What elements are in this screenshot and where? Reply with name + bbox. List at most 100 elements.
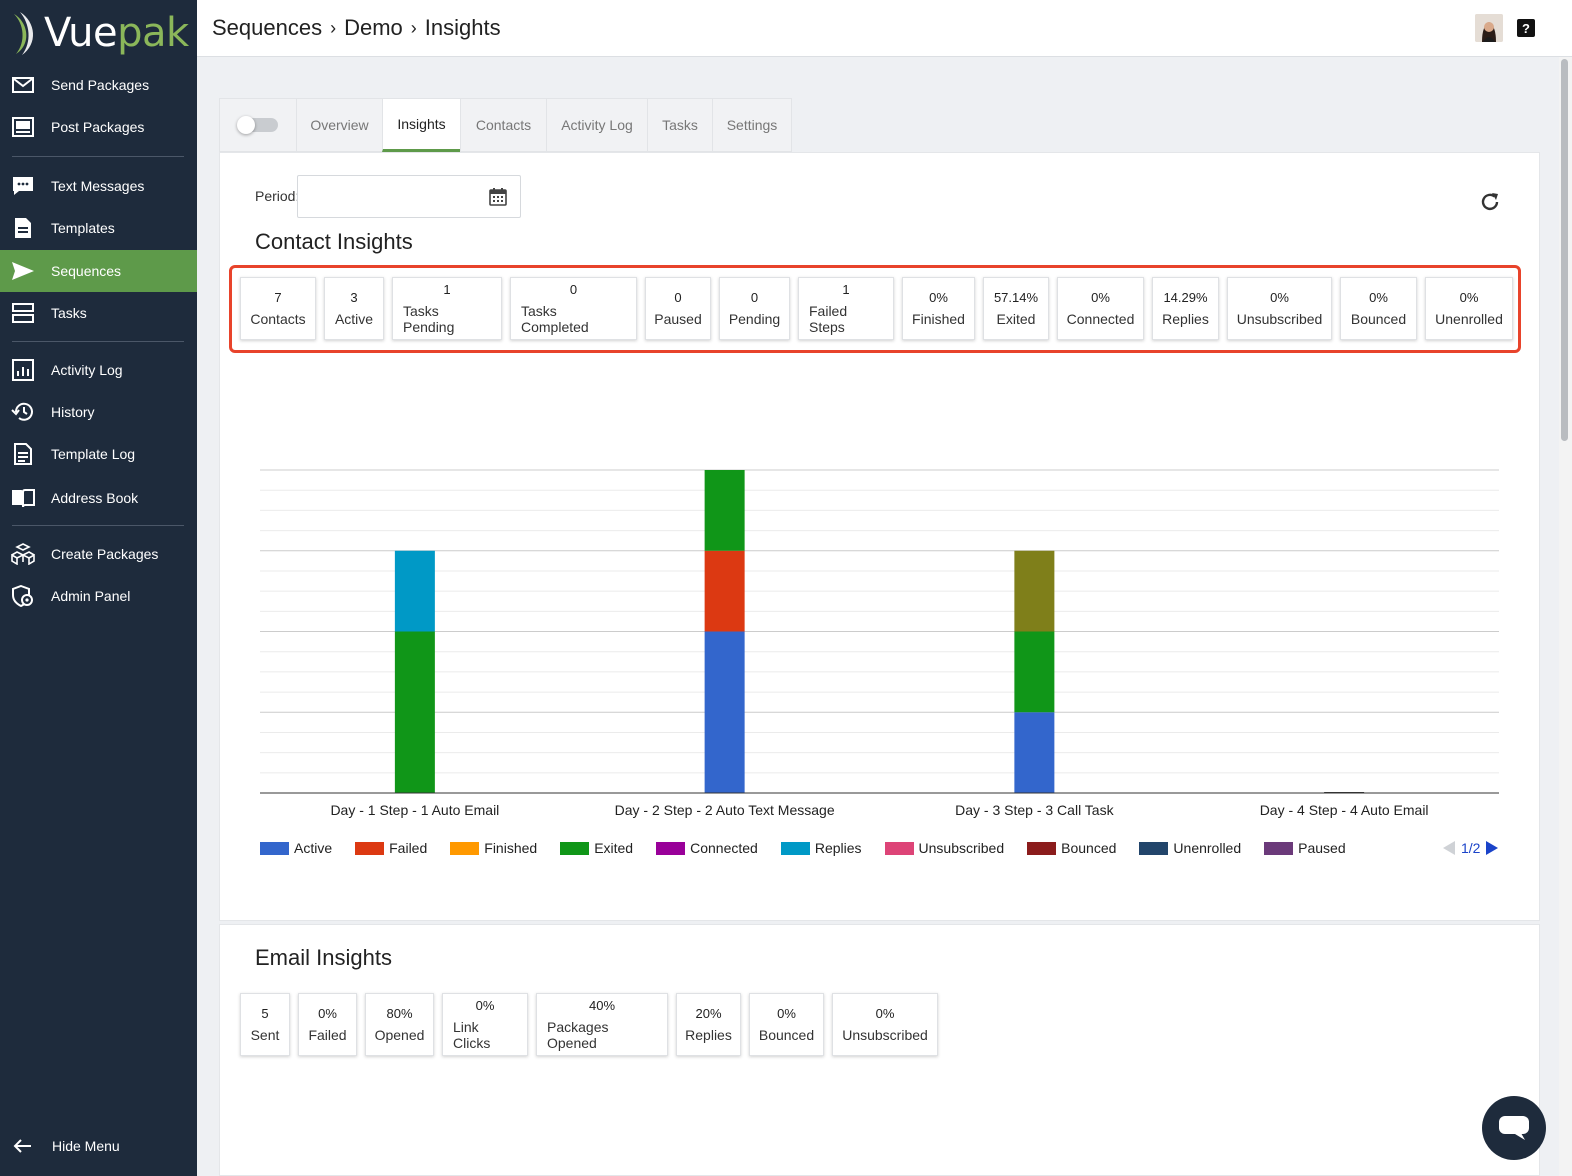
legend-item[interactable]: Unsubscribed [884, 840, 1004, 856]
period-date-input[interactable] [297, 175, 521, 218]
legend-item[interactable]: Exited [560, 840, 633, 856]
refresh-icon[interactable] [1479, 191, 1501, 213]
sidebar-item-activity-log[interactable]: Activity Log [0, 350, 197, 390]
sidebar-item-label: Templates [51, 220, 115, 236]
bar-segment[interactable] [704, 470, 745, 551]
bar-segment[interactable] [1014, 550, 1055, 632]
tab-activity-log[interactable]: Activity Log [546, 98, 647, 152]
legend-item[interactable]: Finished [450, 840, 537, 856]
stat-card[interactable]: 0 Pending [719, 277, 790, 340]
chevron-right-icon: › [330, 17, 337, 38]
stat-card[interactable]: 5 Sent [240, 993, 290, 1056]
book-icon [11, 486, 35, 510]
bar-segment[interactable] [704, 550, 745, 632]
calendar-icon[interactable] [488, 187, 508, 207]
legend-swatch [1264, 841, 1294, 855]
stat-card[interactable]: 20% Replies [676, 993, 741, 1056]
legend-next-icon[interactable] [1486, 841, 1499, 855]
sidebar-item-label: Admin Panel [51, 588, 131, 604]
stat-card[interactable]: 40% Packages Opened [536, 993, 668, 1056]
legend-item[interactable]: Active [260, 840, 332, 856]
legend-item[interactable]: Failed [355, 840, 427, 856]
bar-chart-icon [11, 358, 35, 382]
stat-card[interactable]: 0 Tasks Completed [510, 277, 637, 340]
legend-swatch [450, 841, 480, 855]
legend-item[interactable]: Bounced [1027, 840, 1116, 856]
bar-segment[interactable] [394, 631, 435, 794]
sequence-active-toggle[interactable] [219, 98, 296, 152]
sidebar-item-send-packages[interactable]: Send Packages [0, 65, 197, 105]
email-stats-row: 5 Sent 0% Failed 80% Opened 0% Link Clicks 4… [240, 993, 946, 1056]
stat-card[interactable]: 0% Connected [1057, 277, 1144, 340]
stat-card[interactable]: 14.29% Replies [1152, 277, 1219, 340]
stat-card[interactable]: 0% Bounced [749, 993, 824, 1056]
sidebar-item-admin-panel[interactable]: Admin Panel [0, 576, 197, 616]
bar-segment[interactable] [1014, 712, 1055, 793]
help-icon[interactable]: ? [1517, 19, 1535, 37]
bar-segment[interactable] [704, 631, 745, 794]
legend-item[interactable]: Paused [1264, 840, 1346, 856]
sidebar-item-sequences[interactable]: Sequences [0, 250, 197, 292]
logo-swoosh-icon [14, 12, 34, 55]
bar-segment[interactable] [394, 550, 435, 632]
sidebar-item-label: History [51, 404, 95, 420]
boxes-icon [11, 542, 35, 566]
x-tick-label: Day - 1 Step - 1 Auto Email [330, 802, 499, 818]
toggle-switch[interactable] [237, 116, 278, 134]
stat-card[interactable]: 57.14% Exited [983, 277, 1049, 340]
scrollbar-thumb[interactable] [1561, 59, 1568, 441]
stat-card[interactable]: 0% Unsubscribed [832, 993, 938, 1056]
stat-card[interactable]: 0% Bounced [1340, 277, 1417, 340]
sidebar-item-create-packages[interactable]: Create Packages [0, 534, 197, 574]
stat-card[interactable]: 3 Active [324, 277, 384, 340]
stacked-bar-chart: Day - 1 Step - 1 Auto Email Day - 2 Step … [260, 469, 1499, 818]
stat-card[interactable]: 80% Opened [365, 993, 434, 1056]
legend-swatch [656, 841, 686, 855]
breadcrumb-item[interactable]: Sequences [212, 15, 322, 41]
sidebar-item-template-log[interactable]: Template Log [0, 434, 197, 474]
avatar[interactable] [1475, 14, 1503, 42]
stat-card[interactable]: 0% Unsubscribed [1227, 277, 1332, 340]
tab-contacts[interactable]: Contacts [460, 98, 546, 152]
stat-card[interactable]: 0% Link Clicks [442, 993, 528, 1056]
tab-settings[interactable]: Settings [712, 98, 792, 152]
legend-swatch [1027, 841, 1057, 855]
sidebar-item-history[interactable]: History [0, 392, 197, 432]
stat-card[interactable]: 0 Paused [645, 277, 711, 340]
x-tick-label: Day - 2 Step - 2 Auto Text Message [615, 802, 835, 818]
legend-prev-icon[interactable] [1443, 841, 1455, 855]
sidebar-item-templates[interactable]: Templates [0, 208, 197, 248]
legend-item[interactable]: Unenrolled [1139, 840, 1241, 856]
tab-overview[interactable]: Overview [296, 98, 382, 152]
stat-card[interactable]: 1 Failed Steps [798, 277, 894, 340]
tab-tasks[interactable]: Tasks [647, 98, 712, 152]
send-arrow-icon [11, 259, 35, 283]
tab-insights[interactable]: Insights [382, 98, 460, 152]
stat-card[interactable]: 1 Tasks Pending [392, 277, 502, 340]
chat-widget-button[interactable] [1482, 1096, 1546, 1160]
chart-legend: Active Failed Finished Exited Connected Repli… [260, 838, 1369, 858]
legend-item[interactable]: Connected [656, 840, 758, 856]
sidebar-item-post-packages[interactable]: Post Packages [0, 107, 197, 147]
vuepak-logo[interactable]: Vuepak [10, 8, 189, 58]
sidebar-item-label: Text Messages [51, 178, 145, 194]
chat-icon [1499, 1116, 1529, 1140]
sidebar-item-address-book[interactable]: Address Book [0, 478, 197, 518]
breadcrumb-item[interactable]: Demo [344, 15, 403, 41]
sidebar-item-tasks[interactable]: Tasks [0, 293, 197, 333]
legend-item[interactable]: Replies [780, 840, 862, 856]
sidebar-item-label: Create Packages [51, 546, 159, 562]
monitor-icon [11, 115, 35, 139]
hide-menu-button[interactable]: Hide Menu [0, 1126, 197, 1166]
sidebar-item-label: Address Book [51, 490, 139, 506]
arrow-left-icon [10, 1138, 34, 1154]
top-bar: Sequences › Demo › Insights ? [197, 0, 1572, 57]
stat-card[interactable]: 0% Unenrolled [1425, 277, 1513, 340]
stat-card[interactable]: 7 Contacts [240, 277, 316, 340]
legend-label: Exited [594, 840, 634, 856]
stat-card[interactable]: 0% Failed [298, 993, 357, 1056]
bar-segment[interactable] [1014, 631, 1055, 713]
sidebar-item-text-messages[interactable]: Text Messages [0, 166, 197, 206]
stat-card[interactable]: 0% Finished [902, 277, 975, 340]
page-scrollbar[interactable] [1559, 57, 1572, 1176]
